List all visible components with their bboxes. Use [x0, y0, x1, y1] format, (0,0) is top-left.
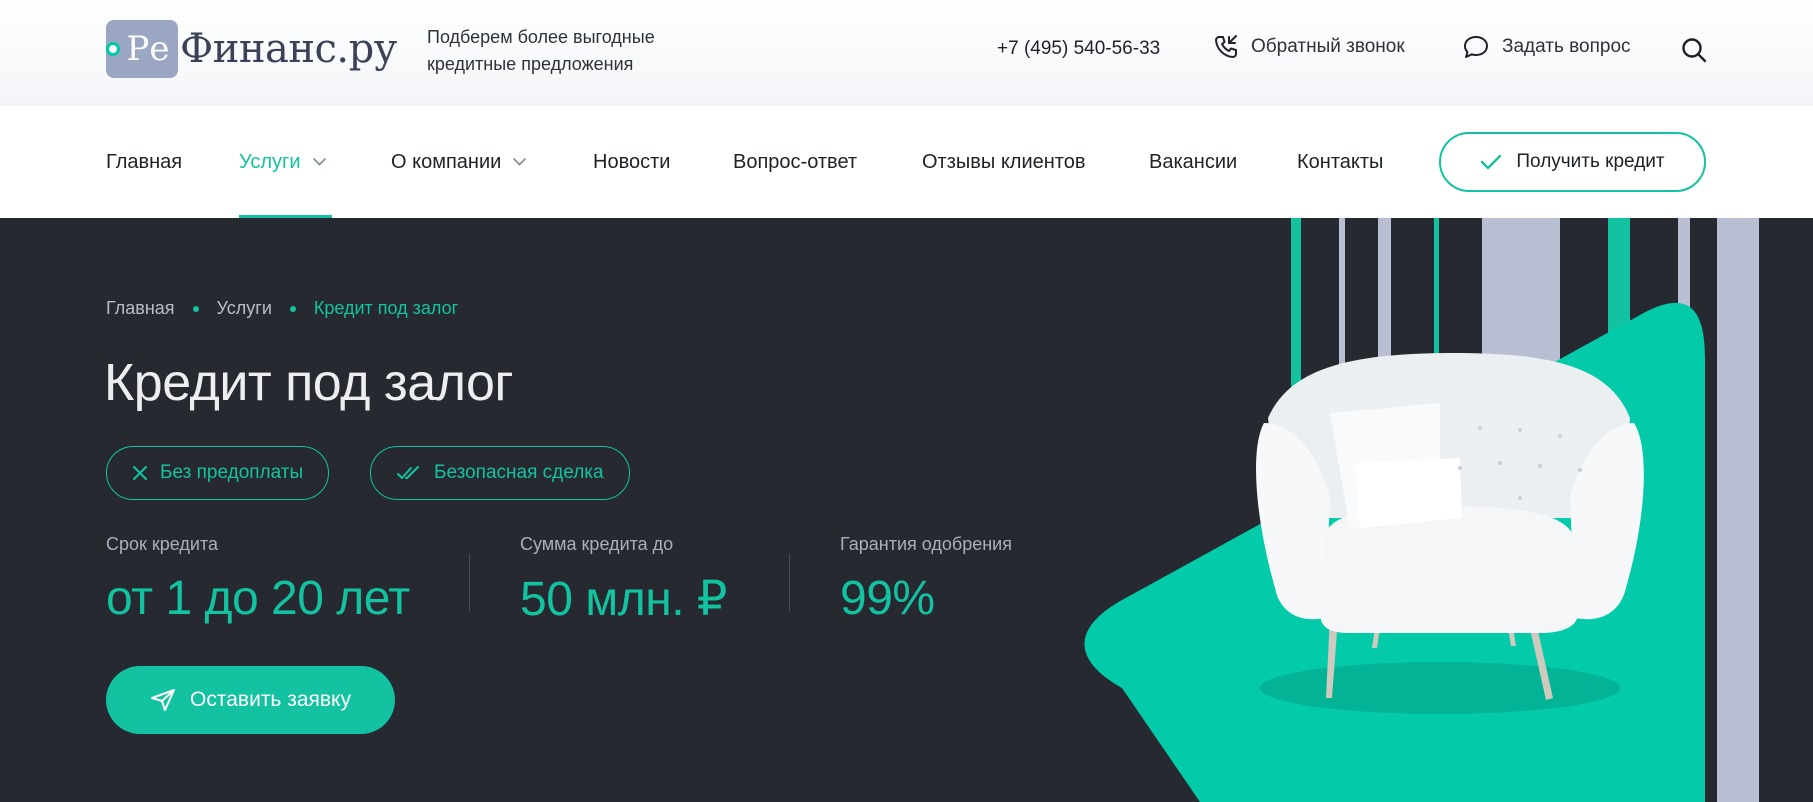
search-icon [1682, 38, 1707, 63]
top-bar: Ре Финанс.ру Подберем более выгодные кре… [0, 0, 1813, 106]
nav-item-label: Контакты [1297, 150, 1384, 173]
chip-label: Без предоплаты [160, 462, 304, 483]
nav-item-label: Вакансии [1149, 150, 1238, 173]
nav-item-label: Вопрос-ответ [733, 150, 858, 173]
logo-dot-icon [106, 42, 120, 56]
callback-link[interactable]: Обратный звонок [1213, 34, 1405, 60]
breadcrumb-separator [192, 305, 199, 312]
chip-label: Безопасная сделка [434, 462, 604, 483]
nav-item-label: О компании [391, 150, 502, 173]
nav-item-home[interactable]: Главная [106, 106, 182, 218]
nav-item-label: Отзывы клиентов [922, 150, 1086, 173]
site-logo[interactable]: Ре Финанс.ру [106, 20, 397, 78]
tagline: Подберем более выгодные кредитные предло… [427, 24, 687, 78]
nav-item-label: Главная [106, 150, 183, 173]
nav-item-services[interactable]: Услуги [239, 106, 332, 218]
phone-link[interactable]: +7 (495) 540-56-33 [997, 38, 1160, 60]
search-button[interactable] [1680, 36, 1708, 64]
nav-item-news[interactable]: Новости [593, 106, 670, 218]
send-icon [151, 689, 176, 711]
get-credit-label: Получить кредит [1516, 151, 1665, 172]
breadcrumb-home[interactable]: Главная [106, 298, 175, 319]
submit-application-button[interactable]: Оставить заявку [106, 666, 395, 734]
double-check-icon [397, 466, 419, 479]
page-title: Кредит под залог [104, 354, 513, 412]
nav-item-label: Новости [593, 150, 671, 173]
check-icon [1481, 154, 1502, 170]
stat-value: от 1 до 20 лет [106, 572, 410, 625]
stat-divider [789, 554, 790, 612]
main-nav: Главная Услуги О компании Новости Вопрос… [0, 106, 1813, 218]
hero-section: Главная Услуги Кредит под залог Кредит п… [0, 218, 1813, 802]
logo-text: Финанс.ру [180, 26, 397, 72]
phone-callback-icon [1215, 35, 1237, 58]
logo-badge: Ре [106, 20, 178, 78]
submit-application-label: Оставить заявку [190, 688, 351, 711]
get-credit-button[interactable]: Получить кредит [1439, 132, 1706, 192]
callback-label: Обратный звонок [1251, 36, 1405, 57]
nav-item-reviews[interactable]: Отзывы клиентов [922, 106, 1086, 218]
chip-safe-deal: Безопасная сделка [370, 446, 630, 500]
ask-label: Задать вопрос [1502, 36, 1631, 57]
stat-value: 50 млн. ₽ [520, 573, 727, 626]
close-icon [133, 466, 147, 480]
nav-item-contacts[interactable]: Контакты [1297, 106, 1383, 218]
chevron-down-icon [312, 158, 326, 166]
tagline-line-2: кредитные предложения [427, 54, 634, 74]
chat-bubble-icon [1464, 36, 1488, 58]
tagline-line-1: Подберем более выгодные [427, 27, 655, 47]
stat-term: Срок кредита от 1 до 20 лет [106, 534, 410, 626]
ask-question-link[interactable]: Задать вопрос [1462, 34, 1631, 60]
stat-amount: Сумма кредита до 50 млн. ₽ [520, 534, 727, 627]
breadcrumb: Главная Услуги Кредит под залог [106, 298, 458, 319]
nav-item-label: Услуги [239, 150, 301, 173]
breadcrumb-services[interactable]: Услуги [217, 298, 272, 319]
breadcrumb-separator [289, 305, 296, 312]
stat-label: Сумма кредита до [520, 534, 674, 554]
stat-label: Гарантия одобрения [840, 534, 1012, 554]
stat-divider [469, 554, 470, 612]
chevron-down-icon [513, 158, 527, 166]
nav-item-about[interactable]: О компании [391, 106, 527, 218]
stat-value: 99% [840, 572, 935, 625]
stat-label: Срок кредита [106, 534, 219, 554]
stat-approval: Гарантия одобрения 99% [840, 534, 1012, 626]
nav-item-faq[interactable]: Вопрос-ответ [733, 106, 857, 218]
chip-no-prepayment: Без предоплаты [106, 446, 330, 500]
logo-re: Ре [126, 29, 170, 69]
breadcrumb-current: Кредит под залог [313, 298, 459, 318]
nav-item-vacancies[interactable]: Вакансии [1149, 106, 1237, 218]
